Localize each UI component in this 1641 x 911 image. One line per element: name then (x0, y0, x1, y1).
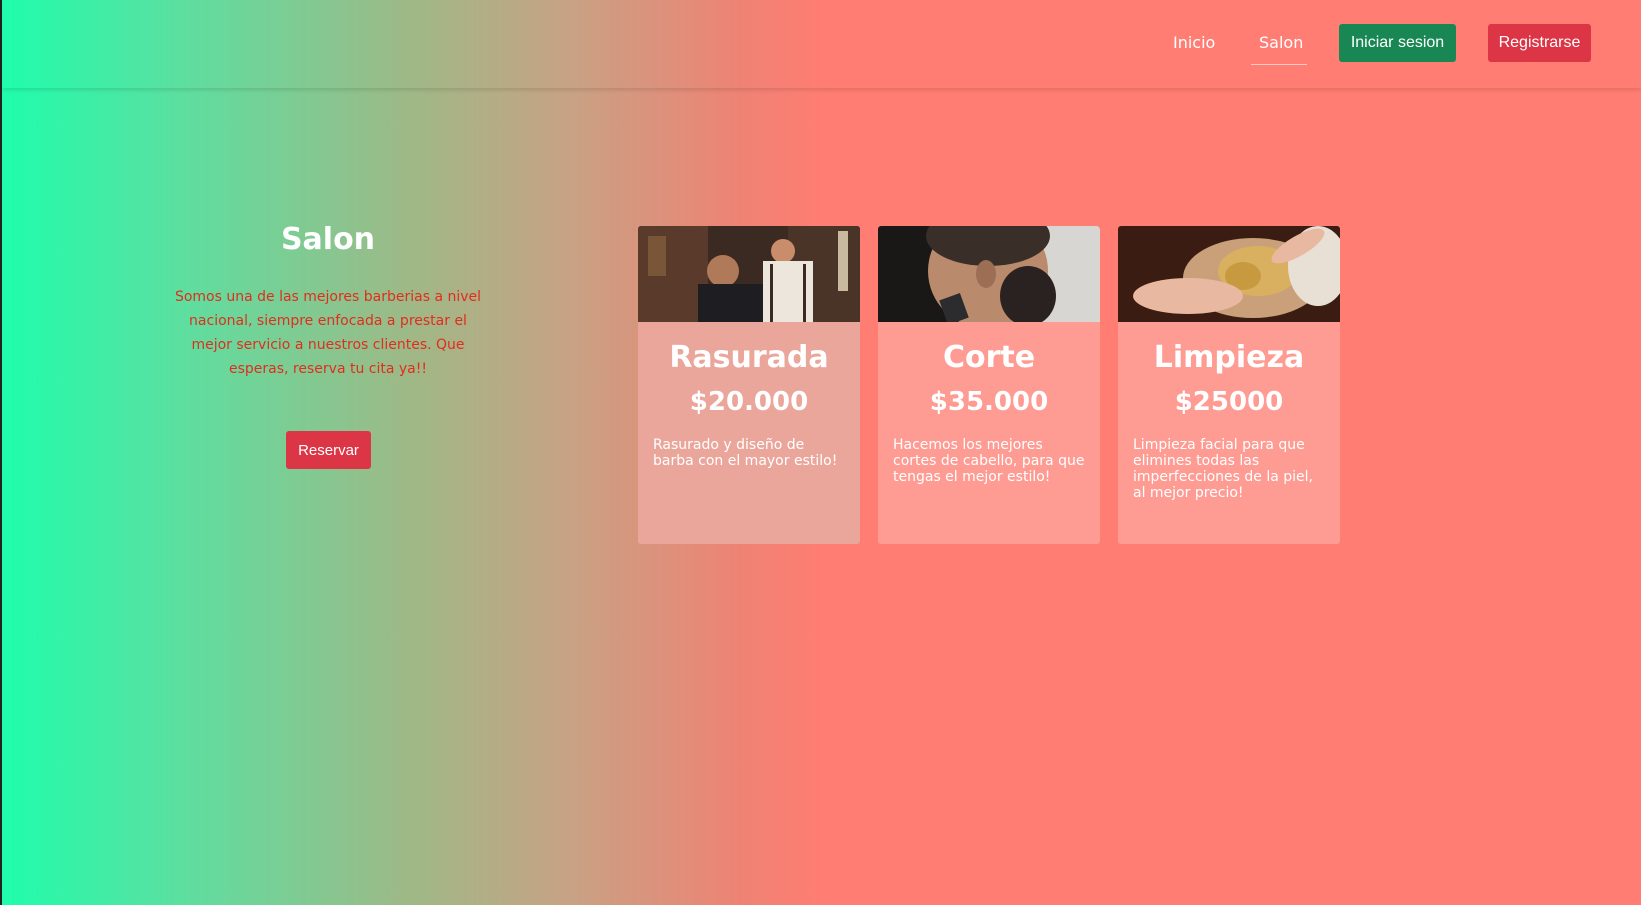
active-nav-indicator (1251, 64, 1307, 65)
barber-shaving-photo (638, 226, 860, 322)
card-title: Limpieza (1153, 340, 1305, 375)
page-title: Salon (280, 222, 376, 257)
hero-section: Salon Somos una de las mejores barberias… (167, 222, 489, 381)
register-button[interactable]: Registrarse (1488, 24, 1591, 62)
card-description: Limpieza facial para que elimines todas … (1133, 437, 1314, 501)
card-description: Rasurado y diseño de barba con el mayor … (653, 437, 838, 469)
hero-description: Somos una de las mejores barberias a niv… (174, 289, 482, 377)
facial-cleaning-photo (1118, 226, 1340, 322)
card-price: $35.000 (929, 387, 1049, 417)
nav-link-salon[interactable]: Salon (1259, 33, 1303, 52)
service-card-rasurada: Rasurada $20.000 Rasurado y diseño de ba… (638, 226, 860, 544)
nav-link-inicio[interactable]: Inicio (1173, 33, 1215, 52)
card-title: Rasurada (669, 340, 829, 375)
card-title: Corte (942, 340, 1036, 375)
login-button[interactable]: Iniciar sesion (1339, 24, 1456, 62)
service-card-limpieza: Limpieza $25000 Limpieza facial para que… (1118, 226, 1340, 544)
service-card-corte: Corte $35.000 Hacemos los mejores cortes… (878, 226, 1100, 544)
card-description: Hacemos los mejores cortes de cabello, p… (893, 437, 1085, 485)
card-price: $20.000 (689, 387, 809, 417)
card-price: $25000 (1174, 387, 1284, 417)
navbar: Inicio Salon Iniciar sesion Registrarse (2, 0, 1641, 88)
page-background: Inicio Salon Iniciar sesion Registrarse … (0, 0, 1641, 905)
haircut-photo (878, 226, 1100, 322)
reserve-button[interactable]: Reservar (286, 431, 371, 469)
